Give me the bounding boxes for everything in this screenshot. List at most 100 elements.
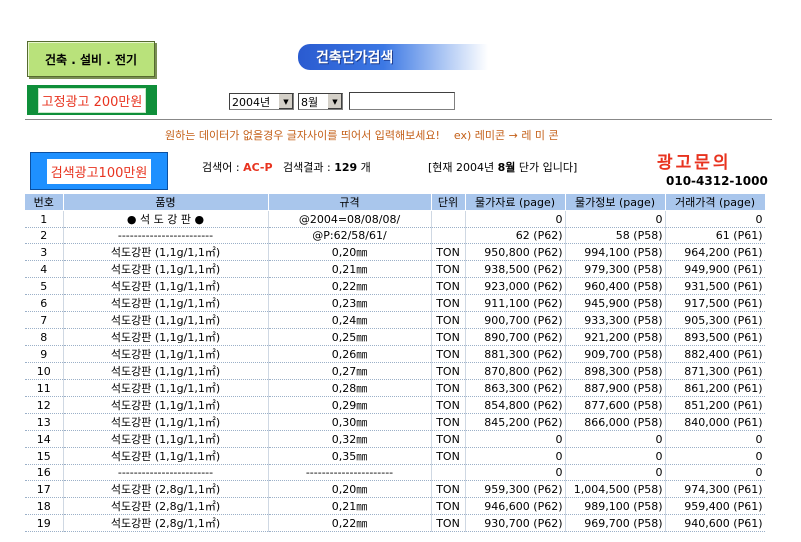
table-cell: 11 — [25, 379, 64, 397]
table-cell: ● 석 도 강 판 ● — [63, 210, 269, 228]
table-cell: 0 — [565, 464, 666, 481]
current-period: [현재 2004년 8월 단가 입니다] — [428, 159, 577, 175]
table-cell: 13 — [25, 413, 64, 431]
table-cell: TON — [431, 379, 466, 397]
table-cell: 0 — [465, 430, 566, 448]
table-cell: 석도강판 (2,8g/1,1㎡) — [63, 514, 269, 532]
table-cell: 898,300 (P58) — [565, 362, 666, 380]
table-cell: 840,000 (P61) — [665, 413, 765, 431]
table-cell: 887,900 (P58) — [565, 379, 666, 397]
search-input[interactable] — [349, 92, 455, 110]
table-cell: 0,23㎜ — [268, 294, 432, 312]
current-month: 8월 — [497, 161, 516, 174]
table-cell: 959,300 (P62) — [465, 480, 566, 498]
table-cell: 석도강판 (1,1g/1,1㎡) — [63, 260, 269, 278]
table-cell: TON — [431, 480, 466, 498]
table-row: 4 석도강판 (1,1g/1,1㎡) 0,21㎜ TON 938,500 (P62) 97… — [25, 260, 765, 278]
table-row: 9 석도강판 (1,1g/1,1㎡) 0,26㎜ TON 881,300 (P62) 90… — [25, 345, 765, 363]
table-cell: 866,000 (P58) — [565, 413, 666, 431]
table-cell: 12 — [25, 396, 64, 414]
table-cell: 2 — [25, 227, 64, 244]
table-cell: 881,300 (P62) — [465, 345, 566, 363]
table-cell: 62 (P62) — [465, 227, 566, 244]
ad-100-label: 검색광고100만원 — [46, 158, 152, 184]
table-cell: 15 — [25, 447, 64, 465]
table-cell: 870,800 (P62) — [465, 362, 566, 380]
table-cell — [431, 227, 466, 244]
table-cell: 4 — [25, 260, 64, 278]
ad-200-button[interactable]: 고정광고 200만원 — [27, 85, 157, 115]
table-cell: 0,27㎜ — [268, 362, 432, 380]
table-header-row: 번호 품명 규격 단위 물가자료 (page) 물가정보 (page) 거래가격… — [25, 194, 765, 211]
table-cell: TON — [431, 396, 466, 414]
table-cell: 863,300 (P62) — [465, 379, 566, 397]
table-cell: 9 — [25, 345, 64, 363]
column-header: 거래가격 (page) — [665, 194, 765, 211]
search-info: 검색어 : AC-P 검색결과 : 129 개 — [202, 159, 371, 175]
divider — [25, 119, 772, 120]
results-table: 번호 품명 규격 단위 물가자료 (page) 물가정보 (page) 거래가격… — [25, 194, 765, 532]
chevron-down-icon: ▼ — [278, 94, 293, 109]
table-cell: ------------------------ — [63, 464, 269, 481]
result-count: 129 — [334, 161, 358, 174]
table-cell: 940,600 (P61) — [665, 514, 765, 532]
ad-100-button[interactable]: 검색광고100만원 — [30, 152, 168, 190]
table-cell: 10 — [25, 362, 64, 380]
table-cell: 900,700 (P62) — [465, 311, 566, 329]
table-cell: @2004=08/08/08/ — [268, 210, 432, 228]
table-cell: 16 — [25, 464, 64, 481]
table-cell: 석도강판 (1,1g/1,1㎡) — [63, 311, 269, 329]
search-label: 검색어 : — [202, 161, 244, 174]
table-row: 10 석도강판 (1,1g/1,1㎡) 0,27㎜ TON 870,800 (P62) 8… — [25, 362, 765, 380]
table-cell: 석도강판 (2,8g/1,1㎡) — [63, 480, 269, 498]
table-cell: 석도강판 (1,1g/1,1㎡) — [63, 345, 269, 363]
table-cell: 17 — [25, 480, 64, 498]
table-cell: @P:62/58/61/ — [268, 227, 432, 244]
table-cell: 0,29㎜ — [268, 396, 432, 414]
table-row: 17 석도강판 (2,8g/1,1㎡) 0,20㎜ TON 959,300 (P62) 1… — [25, 480, 765, 498]
table-cell: 0 — [565, 430, 666, 448]
ad-inquiry-link[interactable]: 광고문의 — [657, 148, 732, 173]
table-cell: 969,700 (P58) — [565, 514, 666, 532]
table-cell: 6 — [25, 294, 64, 312]
table-cell: 석도강판 (1,1g/1,1㎡) — [63, 277, 269, 295]
table-cell: 14 — [25, 430, 64, 448]
result-label: 검색결과 : — [283, 161, 335, 174]
table-cell: 8 — [25, 328, 64, 346]
table-cell: 0,24㎜ — [268, 311, 432, 329]
table-row: 11 석도강판 (1,1g/1,1㎡) 0,28㎜ TON 863,300 (P62) 8… — [25, 379, 765, 397]
year-select-value: 2004년 — [232, 95, 271, 109]
table-cell: 0 — [465, 464, 566, 481]
table-cell: TON — [431, 243, 466, 261]
table-cell: 946,600 (P62) — [465, 497, 566, 515]
table-cell: 911,100 (P62) — [465, 294, 566, 312]
table-cell: 0,22㎜ — [268, 277, 432, 295]
table-row: 13 석도강판 (1,1g/1,1㎡) 0,30㎜ TON 845,200 (P62) 8… — [25, 413, 765, 431]
table-cell: 19 — [25, 514, 64, 532]
table-row: 16 ------------------------ --------------… — [25, 464, 765, 481]
column-header: 물가정보 (page) — [565, 194, 666, 211]
category-button[interactable]: 건축 . 설비 . 전기 — [27, 41, 155, 77]
table-cell: 845,200 (P62) — [465, 413, 566, 431]
table-cell: 0,32㎜ — [268, 430, 432, 448]
table-cell: 0,20㎜ — [268, 480, 432, 498]
table-cell: 877,600 (P58) — [565, 396, 666, 414]
table-cell: ------------------------ — [63, 227, 269, 244]
column-header: 품명 — [63, 194, 269, 211]
table-cell: 931,500 (P61) — [665, 277, 765, 295]
phone-number: 010-4312-1000 — [666, 174, 768, 188]
year-select[interactable]: 2004년 ▼ — [229, 93, 294, 110]
table-cell: 0,25㎜ — [268, 328, 432, 346]
table-cell — [431, 464, 466, 481]
table-cell: 871,300 (P61) — [665, 362, 765, 380]
table-cell: 905,300 (P61) — [665, 311, 765, 329]
table-row: 7 석도강판 (1,1g/1,1㎡) 0,24㎜ TON 900,700 (P62) 93… — [25, 311, 765, 329]
ad-200-label: 고정광고 200만원 — [37, 87, 147, 113]
month-select[interactable]: 8월 ▼ — [298, 93, 343, 110]
table-cell: 989,100 (P58) — [565, 497, 666, 515]
table-cell: 석도강판 (1,1g/1,1㎡) — [63, 430, 269, 448]
table-row: 15 석도강판 (1,1g/1,1㎡) 0,35㎜ TON 0 0 0 — [25, 447, 765, 465]
table-cell: 1,004,500 (P58) — [565, 480, 666, 498]
table-cell: TON — [431, 497, 466, 515]
table-cell: TON — [431, 345, 466, 363]
